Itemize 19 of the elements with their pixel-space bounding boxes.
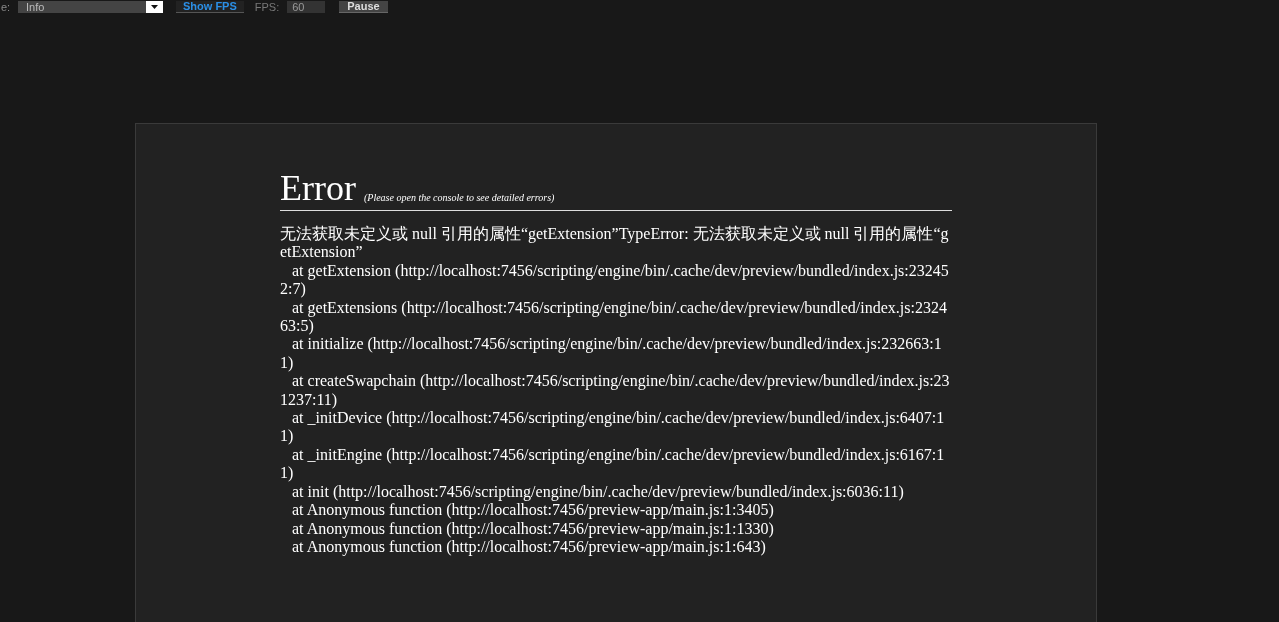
stack-trace-line: at Anonymous function (http://localhost:7456/preview-app/main.js:1:3405)	[291, 501, 775, 520]
stack-trace-line: at createSwapchain (http://localhost:7456/scripting/engine/bin/.cache/dev/preview/bundled/index.js:231237:11)	[280, 372, 951, 410]
stack-trace-line: at getExtension (http://localhost:7456/scripting/engine/bin/.cache/dev/preview/bundled/index.js:232452:7)	[280, 261, 950, 299]
pause-button[interactable]: Pause	[339, 1, 388, 13]
stack-trace-line: at init (http://localhost:7456/scripting/engine/bin/.cache/dev/preview/bundled/index.js:6036:11)	[291, 482, 905, 502]
error-message: 无法获取未定义或 null 引用的属性“getExtension”TypeError: 无法获取未定义或 null 引用的属性“getExtension”	[280, 225, 950, 262]
stack-trace-line: at Anonymous function (http://localhost:7456/preview-app/main.js:1:1330)	[291, 519, 775, 538]
stack-trace-line: at initialize (http://localhost:7456/scripting/engine/bin/.cache/dev/preview/bundled/index.js:232663:11)	[280, 335, 943, 373]
stack-trace-line: at Anonymous function (http://localhost:7456/preview-app/main.js:1:643)	[291, 537, 766, 557]
level-select[interactable]: Info	[18, 1, 163, 13]
show-fps-button[interactable]: Show FPS	[176, 1, 244, 13]
error-title: Error	[280, 169, 356, 207]
stack-trace-line: at getExtensions (http://localhost:7456/scripting/engine/bin/.cache/dev/preview/bundled/index.js:232463:5)	[280, 298, 948, 336]
fps-label: FPS:	[254, 1, 280, 13]
stack-trace-line: at _initDevice (http://localhost:7456/scripting/engine/bin/.cache/dev/preview/bundled/index.js:6407:11)	[280, 409, 946, 446]
level-label: e:	[0, 1, 12, 13]
console-hint: (Please open the console to see detailed errors)	[363, 191, 555, 205]
fps-field[interactable]: 60	[287, 1, 326, 13]
stack-trace-line: at _initEngine (http://localhost:7456/scripting/engine/bin/.cache/dev/preview/bundled/index.js:6167:11)	[280, 445, 946, 483]
